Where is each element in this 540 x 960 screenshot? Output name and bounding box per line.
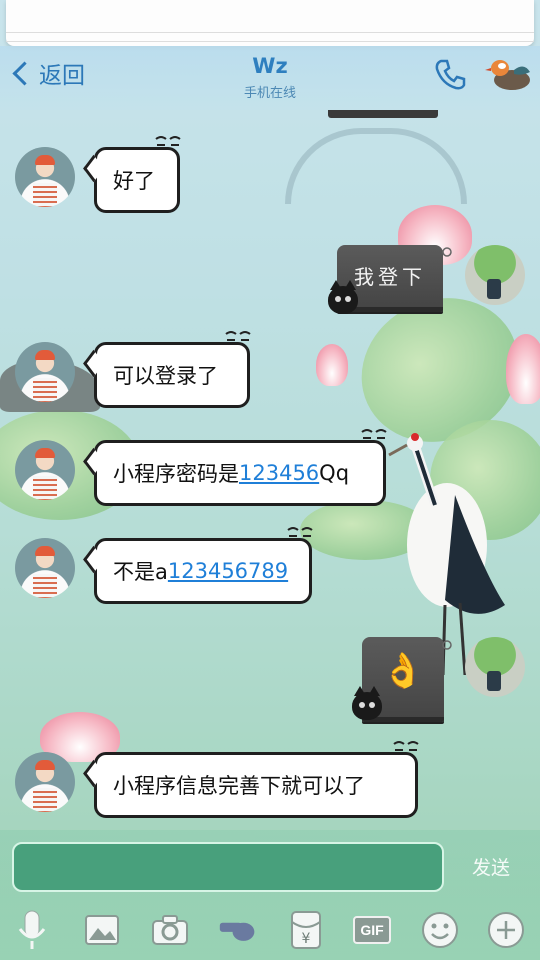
sleepy-eyes-icon [361, 429, 387, 439]
message-bubble[interactable]: 小程序密码是 123456 Qq [83, 429, 387, 506]
message-text: Qq [319, 461, 350, 485]
sleepy-eyes-icon [225, 331, 251, 341]
message-link[interactable]: 123456789 [168, 559, 288, 583]
message-text: 好了 [113, 169, 155, 193]
sticker-board-partial [328, 110, 438, 118]
contact-avatar[interactable] [15, 538, 75, 598]
chat-header: 返回 Wz 手机在线 [0, 46, 540, 110]
message-text: 可以登录了 [113, 364, 218, 388]
phone-icon[interactable] [432, 56, 468, 92]
bridge-decoration [285, 128, 467, 204]
sleepy-eyes-icon [442, 640, 452, 650]
black-cat-icon [352, 686, 382, 720]
notification-banner [6, 0, 534, 46]
message-bubble[interactable]: 不是a 123456789 [83, 527, 313, 604]
self-avatar[interactable] [465, 637, 525, 697]
emoji-icon[interactable] [420, 908, 460, 952]
contact-avatar[interactable] [15, 440, 75, 500]
message-link[interactable]: 123456 [239, 461, 319, 485]
message-input[interactable] [12, 842, 444, 892]
sleepy-eyes-icon [442, 247, 452, 257]
camera-icon[interactable] [150, 908, 190, 952]
sleepy-eyes-icon [155, 136, 181, 146]
red-packet-glyph: ¥ [302, 931, 311, 947]
message-bubble[interactable]: 好了 [83, 136, 181, 213]
lotus-bud-decoration [316, 344, 348, 386]
send-button[interactable]: 发送 [460, 852, 522, 884]
microphone-icon[interactable] [12, 908, 52, 952]
message-bubble[interactable]: 可以登录了 [83, 331, 251, 408]
ok-hand-icon: 👌 [381, 651, 425, 691]
whistle-icon[interactable] [218, 908, 258, 952]
message-text: 不是a [113, 560, 168, 584]
plus-icon[interactable] [486, 908, 526, 952]
black-cat-icon [328, 280, 358, 314]
mandarin-duck-icon[interactable] [484, 52, 534, 94]
self-avatar[interactable] [465, 245, 525, 305]
message-text: 小程序密码是 [113, 462, 239, 486]
sleepy-eyes-icon [393, 741, 419, 751]
message-text: 小程序信息完善下就可以了 [113, 774, 365, 798]
lotus-bud-decoration [506, 334, 540, 404]
contact-avatar[interactable] [15, 147, 75, 207]
contact-avatar[interactable] [15, 752, 75, 812]
gif-icon[interactable]: GIF [352, 908, 392, 952]
gif-label: GIF [353, 916, 391, 944]
sleepy-eyes-icon [287, 527, 313, 537]
message-bubble[interactable]: 小程序信息完善下就可以了 [83, 741, 419, 818]
red-packet-icon[interactable]: ¥ [286, 908, 326, 952]
image-icon[interactable] [82, 908, 122, 952]
contact-avatar[interactable] [15, 342, 75, 402]
